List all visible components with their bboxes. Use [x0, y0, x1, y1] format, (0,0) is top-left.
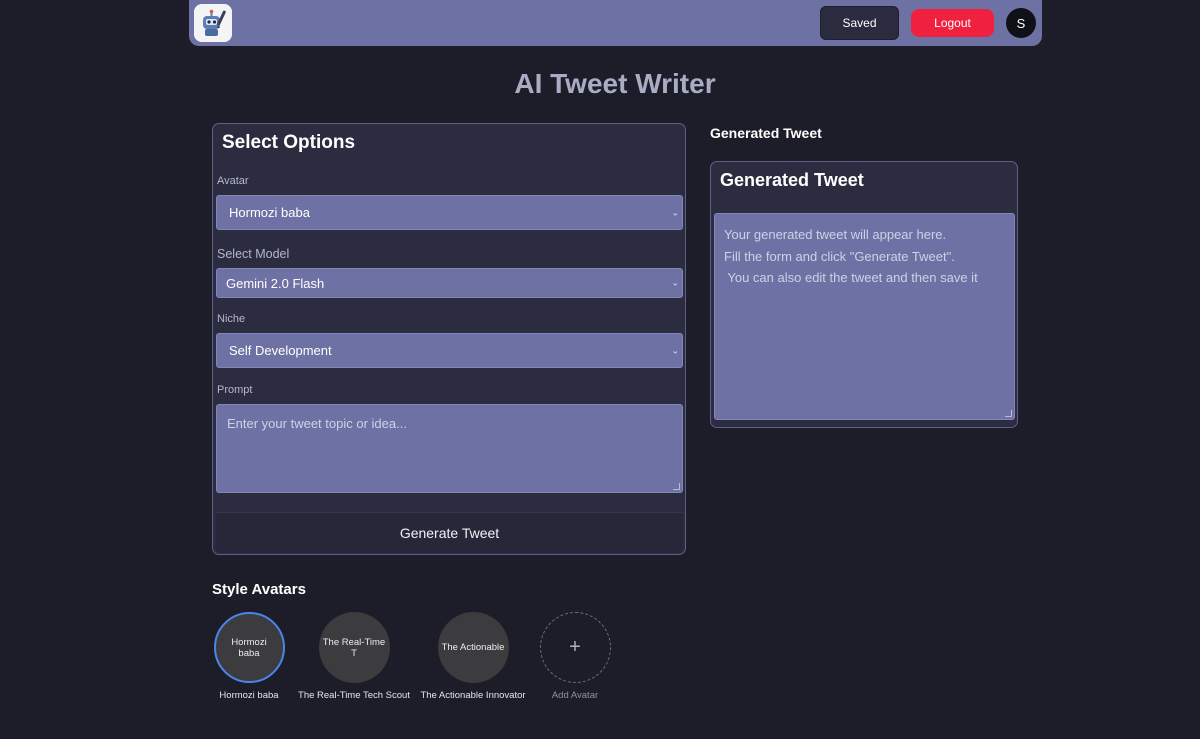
- style-avatar-circle[interactable]: Hormozi baba: [213, 612, 285, 683]
- resize-handle-icon[interactable]: [673, 483, 680, 490]
- add-avatar-label: Add Avatar: [551, 690, 599, 701]
- generated-tweet-textarea[interactable]: Your generated tweet will appear here. F…: [714, 213, 1015, 420]
- chevron-down-icon: ⌄: [671, 277, 679, 288]
- placeholder-line: Fill the form and click "Generate Tweet"…: [724, 248, 955, 264]
- page-title: AI Tweet Writer: [514, 68, 716, 99]
- placeholder-line: You can also edit the tweet and then sav…: [724, 270, 978, 285]
- avatar-select[interactable]: Hormozi baba ⌄: [216, 195, 683, 230]
- user-avatar[interactable]: S: [1006, 8, 1036, 38]
- saved-button[interactable]: Saved: [820, 6, 899, 40]
- avatar-select-value: Hormozi baba: [229, 205, 310, 220]
- niche-label: Niche: [217, 313, 246, 325]
- plus-icon: +: [569, 636, 581, 658]
- style-avatar-circle[interactable]: The Real-Time T: [318, 612, 390, 683]
- generated-tweet-heading: Generated Tweet: [710, 125, 822, 141]
- generated-tweet-card: Generated Tweet Your generated tweet wil…: [710, 161, 1018, 428]
- top-navbar: Saved Logout S: [189, 0, 1042, 46]
- generated-tweet-card-title: Generated Tweet: [720, 170, 864, 190]
- prompt-label: Prompt: [217, 384, 253, 396]
- model-select[interactable]: Gemini 2.0 Flash ⌄: [216, 268, 683, 298]
- model-label: Select Model: [217, 247, 290, 261]
- logout-button[interactable]: Logout: [911, 9, 994, 37]
- style-avatars-heading: Style Avatars: [212, 581, 306, 598]
- resize-handle-icon[interactable]: [1005, 410, 1012, 417]
- add-avatar-item[interactable]: + Add Avatar: [505, 612, 645, 701]
- niche-select-value: Self Development: [229, 343, 332, 358]
- app-logo-icon[interactable]: [194, 4, 232, 42]
- model-select-value: Gemini 2.0 Flash: [226, 275, 325, 291]
- avatar-label: Avatar: [217, 175, 249, 187]
- chevron-down-icon: ⌄: [671, 345, 679, 355]
- select-options-card: Select Options Avatar Hormozi baba ⌄ Sel…: [212, 123, 686, 555]
- add-avatar-button[interactable]: +: [539, 612, 611, 683]
- select-options-title: Select Options: [222, 132, 356, 153]
- style-avatar-circle[interactable]: The Actionable: [437, 612, 509, 683]
- prompt-textarea[interactable]: Enter your tweet topic or idea...: [216, 404, 683, 493]
- generate-tweet-button[interactable]: Generate Tweet: [216, 512, 683, 553]
- chevron-down-icon: ⌄: [671, 207, 679, 217]
- placeholder-line: Your generated tweet will appear here.: [724, 227, 947, 242]
- niche-select[interactable]: Self Development ⌄: [216, 333, 683, 368]
- prompt-placeholder: Enter your tweet topic or idea...: [227, 416, 407, 431]
